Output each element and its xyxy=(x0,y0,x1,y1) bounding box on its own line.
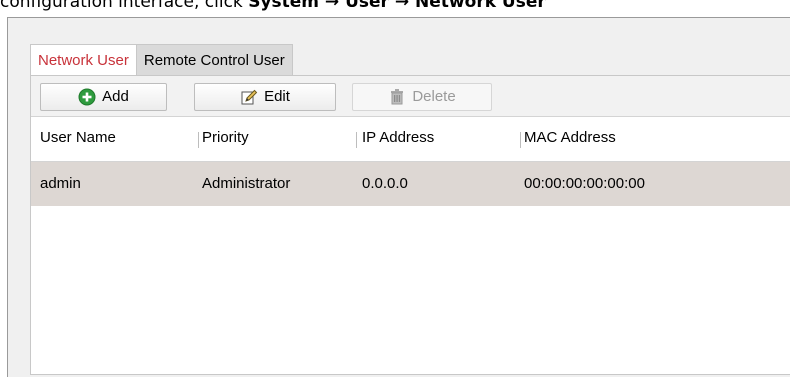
cell-mac-address: 00:00:00:00:00:00 xyxy=(524,175,645,192)
delete-button[interactable]: Delete xyxy=(352,83,492,111)
caption-arrow-1: → xyxy=(319,0,346,12)
column-divider[interactable] xyxy=(356,132,357,148)
add-button-label: Add xyxy=(102,88,129,105)
instruction-caption: configuration interface, click System → … xyxy=(0,0,790,13)
delete-button-label: Delete xyxy=(412,88,456,105)
column-header-priority[interactable]: Priority xyxy=(202,129,249,146)
cell-user-name: admin xyxy=(40,175,81,192)
pencil-icon xyxy=(240,88,258,106)
caption-path-system: System xyxy=(248,0,320,12)
caption-path-user: User xyxy=(345,0,389,12)
tab-content: Add Edit Delete User Name Priority IP Ad… xyxy=(30,75,790,375)
config-panel: Network User Remote Control User Add Edi… xyxy=(7,17,790,377)
cell-ip-address: 0.0.0.0 xyxy=(362,175,408,192)
column-divider[interactable] xyxy=(198,132,199,148)
toolbar: Add Edit Delete xyxy=(31,76,790,116)
column-header-user-name[interactable]: User Name xyxy=(40,129,116,146)
tab-bar: Network User Remote Control User xyxy=(30,44,293,76)
add-button[interactable]: Add xyxy=(40,83,167,111)
column-header-mac-address[interactable]: MAC Address xyxy=(524,129,616,146)
cell-priority: Administrator xyxy=(202,175,291,192)
edit-button-label: Edit xyxy=(264,88,290,105)
column-divider[interactable] xyxy=(520,132,521,148)
caption-arrow-2: → xyxy=(388,0,416,12)
table-header: User Name Priority IP Address MAC Addres… xyxy=(31,116,790,162)
table-row[interactable]: admin Administrator 0.0.0.0 00:00:00:00:… xyxy=(31,162,790,206)
plus-circle-icon xyxy=(78,88,96,106)
trash-icon xyxy=(388,88,406,106)
edit-button[interactable]: Edit xyxy=(194,83,336,111)
column-header-ip-address[interactable]: IP Address xyxy=(362,129,434,146)
caption-prefix: configuration interface, click xyxy=(0,0,249,12)
tab-network-user[interactable]: Network User xyxy=(30,44,137,76)
tab-remote-control-user[interactable]: Remote Control User xyxy=(136,44,293,76)
caption-path-network-user: Network User xyxy=(415,0,546,12)
